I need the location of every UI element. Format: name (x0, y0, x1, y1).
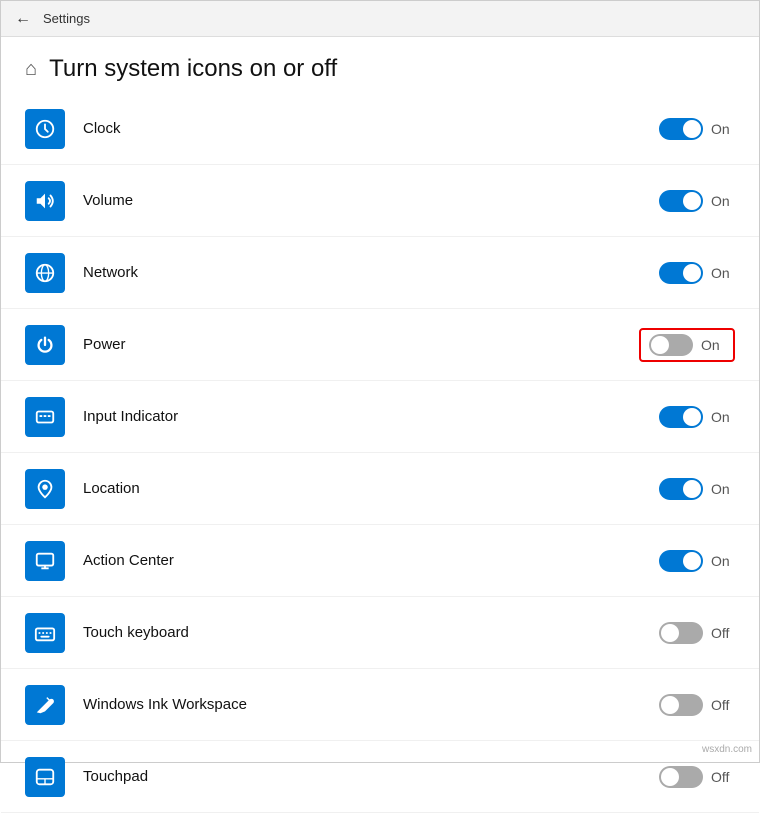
location-toggle-label: On (711, 481, 735, 497)
action-center-toggle-area: On (645, 550, 735, 572)
network-toggle-area: On (645, 262, 735, 284)
action-center-label: Action Center (83, 552, 645, 569)
touchpad-label: Touchpad (83, 768, 645, 785)
touch-keyboard-icon-box (25, 613, 65, 653)
input-indicator-toggle-area: On (645, 406, 735, 428)
input-indicator-toggle[interactable] (659, 406, 703, 428)
touch-keyboard-label: Touch keyboard (83, 624, 645, 641)
touch-keyboard-toggle-area: Off (645, 622, 735, 644)
network-label: Network (83, 264, 645, 281)
settings-item-touch-keyboard: Touch keyboard Off (1, 597, 759, 669)
settings-item-action-center: Action Center On (1, 525, 759, 597)
windows-ink-toggle-area: Off (645, 694, 735, 716)
location-toggle-area: On (645, 478, 735, 500)
settings-item-power: Power On (1, 309, 759, 381)
clock-toggle[interactable] (659, 118, 703, 140)
settings-item-input-indicator: Input Indicator On (1, 381, 759, 453)
volume-toggle-area: On (645, 190, 735, 212)
volume-toggle[interactable] (659, 190, 703, 212)
power-icon-box (25, 325, 65, 365)
touch-keyboard-toggle-label: Off (711, 625, 735, 641)
settings-item-location: Location On (1, 453, 759, 525)
settings-item-touchpad: Touchpad Off (1, 741, 759, 813)
action-center-toggle-label: On (711, 553, 735, 569)
action-center-icon-box (25, 541, 65, 581)
location-label: Location (83, 480, 645, 497)
watermark: wsxdn.com (702, 744, 752, 755)
input-indicator-icon-box (25, 397, 65, 437)
page-header: ⌂ Turn system icons on or off (1, 37, 759, 93)
clock-label: Clock (83, 120, 645, 137)
volume-label: Volume (83, 192, 645, 209)
page-title: Turn system icons on or off (49, 55, 337, 83)
network-toggle[interactable] (659, 262, 703, 284)
windows-ink-label: Windows Ink Workspace (83, 696, 645, 713)
power-label: Power (83, 336, 639, 353)
clock-toggle-label: On (711, 121, 735, 137)
settings-item-clock: Clock On (1, 93, 759, 165)
windows-ink-toggle[interactable] (659, 694, 703, 716)
titlebar-title: Settings (43, 11, 90, 26)
touchpad-toggle-area: Off (645, 766, 735, 788)
home-icon[interactable]: ⌂ (25, 58, 37, 81)
back-button[interactable]: ← (15, 10, 31, 28)
settings-list: ClockOnVolumeOnNetworkOnPowerOnInput Ind… (1, 93, 759, 813)
power-toggle-label: On (701, 337, 725, 353)
volume-toggle-label: On (711, 193, 735, 209)
titlebar: ← Settings (1, 1, 759, 37)
windows-ink-toggle-label: Off (711, 697, 735, 713)
location-toggle[interactable] (659, 478, 703, 500)
action-center-toggle[interactable] (659, 550, 703, 572)
volume-icon-box (25, 181, 65, 221)
network-icon-box (25, 253, 65, 293)
input-indicator-toggle-label: On (711, 409, 735, 425)
settings-item-network: Network On (1, 237, 759, 309)
input-indicator-label: Input Indicator (83, 408, 645, 425)
location-icon-box (25, 469, 65, 509)
touchpad-toggle[interactable] (659, 766, 703, 788)
windows-ink-icon-box (25, 685, 65, 725)
touch-keyboard-toggle[interactable] (659, 622, 703, 644)
clock-icon-box (25, 109, 65, 149)
network-toggle-label: On (711, 265, 735, 281)
settings-item-windows-ink: Windows Ink Workspace Off (1, 669, 759, 741)
settings-item-volume: Volume On (1, 165, 759, 237)
power-toggle[interactable] (649, 334, 693, 356)
clock-toggle-area: On (645, 118, 735, 140)
touchpad-toggle-label: Off (711, 769, 735, 785)
power-toggle-wrapper: On (639, 328, 735, 362)
